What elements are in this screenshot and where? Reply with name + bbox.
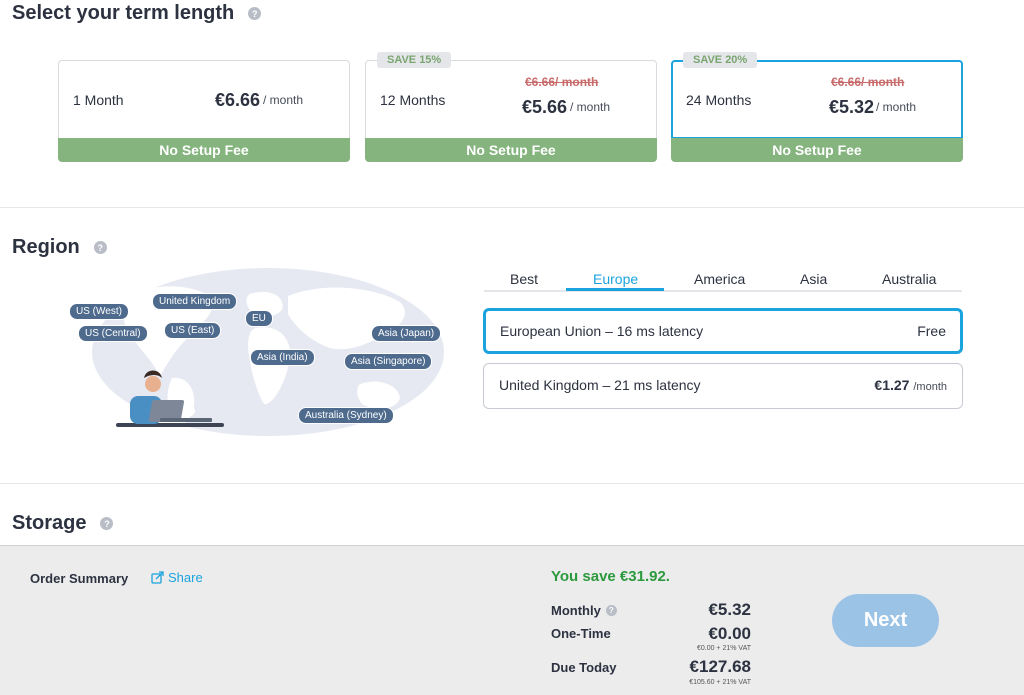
tab-asia[interactable]: Asia <box>800 271 827 287</box>
map-label-asia-singapore: Asia (Singapore) <box>344 353 433 370</box>
term-box[interactable]: 1 Month €6.66 / month <box>58 60 350 140</box>
help-icon[interactable]: ? <box>93 241 107 254</box>
term-option-24-months[interactable]: 24 Months €6.66/ month €5.32 / month SAV… <box>671 52 963 162</box>
share-link[interactable]: Share <box>151 570 203 585</box>
term-price: €5.32 <box>828 97 874 117</box>
next-button[interactable]: Next <box>832 594 939 647</box>
help-icon[interactable]: ? <box>605 605 617 616</box>
due-today-vat-note: €105.60 + 21% VAT <box>689 679 751 686</box>
tab-america[interactable]: America <box>694 271 745 287</box>
help-icon[interactable]: ? <box>248 7 262 20</box>
onetime-value: €0.00 <box>708 624 751 643</box>
term-option-1-month[interactable]: 1 Month €6.66 / month No Setup Fee <box>58 60 350 162</box>
region-option-price: Free <box>917 323 946 339</box>
region-price-value: Free <box>917 323 946 339</box>
tab-europe[interactable]: Europe <box>593 271 638 287</box>
term-box[interactable]: 24 Months €6.66/ month €5.32 / month <box>671 60 963 140</box>
term-name: 24 Months <box>686 92 752 108</box>
monthly-label-text: Monthly <box>551 603 601 618</box>
region-option-european-union[interactable]: European Union – 16 ms latency Free <box>483 308 963 354</box>
term-old-price: €6.66/ month <box>831 75 905 89</box>
help-icon[interactable]: ? <box>100 517 114 530</box>
savings-text: You save €31.92. <box>551 568 670 585</box>
save-badge: SAVE 15% <box>377 52 452 68</box>
region-option-name: United Kingdom – 21 ms latency <box>499 377 701 393</box>
onetime-vat-note: €0.00 + 21% VAT <box>696 645 751 652</box>
setup-fee-banner: No Setup Fee <box>365 138 657 162</box>
term-name: 1 Month <box>73 92 124 108</box>
map-label-us-central: US (Central) <box>78 325 148 342</box>
map-label-eu: EU <box>245 310 273 327</box>
region-option-price: €1.27 /month <box>874 377 947 393</box>
section-divider <box>0 207 1024 208</box>
monthly-value: €5.32 <box>708 600 751 619</box>
term-price: €5.66 <box>521 97 567 117</box>
order-summary-title: Order Summary <box>30 571 129 586</box>
term-title-text: Select your term length <box>12 2 235 24</box>
term-unit: / month <box>570 100 611 114</box>
world-map: US (West) United Kingdom US (Central) US… <box>60 266 450 438</box>
setup-fee-banner: No Setup Fee <box>671 138 963 162</box>
map-label-united-kingdom: United Kingdom <box>152 293 238 310</box>
term-unit: / month <box>876 100 917 114</box>
term-unit: / month <box>263 93 304 107</box>
active-tab-indicator <box>566 288 664 291</box>
region-option-name: European Union – 16 ms latency <box>500 323 704 339</box>
share-icon <box>151 571 164 584</box>
storage-section-title: Storage ? <box>12 512 114 535</box>
map-label-australia-sydney: Australia (Sydney) <box>298 407 394 424</box>
share-label: Share <box>168 570 203 585</box>
region-section-title: Region ? <box>12 236 107 259</box>
setup-fee-banner: No Setup Fee <box>58 138 350 162</box>
region-price-unit: /month <box>913 381 947 393</box>
section-divider <box>0 483 1024 484</box>
map-label-us-east: US (East) <box>164 322 222 339</box>
storage-title-text: Storage <box>12 512 87 534</box>
onetime-label: One-Time <box>551 626 611 641</box>
region-option-united-kingdom[interactable]: United Kingdom – 21 ms latency €1.27 /mo… <box>483 363 963 409</box>
tab-best[interactable]: Best <box>510 271 538 287</box>
save-badge: SAVE 20% <box>683 52 758 68</box>
map-label-asia-india: Asia (India) <box>250 349 315 366</box>
term-old-price: €6.66/ month <box>525 75 599 89</box>
monthly-label: Monthly ? <box>551 603 617 618</box>
term-section-title: Select your term length ? <box>12 2 262 25</box>
region-price-value: €1.27 <box>874 377 910 393</box>
region-tabs: Best Europe America Asia Australia <box>484 266 962 292</box>
map-label-asia-japan: Asia (Japan) <box>371 325 442 342</box>
map-label-us-west: US (West) <box>69 303 129 320</box>
region-title-text: Region <box>12 236 80 258</box>
term-box[interactable]: 12 Months €6.66/ month €5.66 / month <box>365 60 657 140</box>
term-name: 12 Months <box>380 92 446 108</box>
order-summary-bar: Order Summary Share You save €31.92. Mon… <box>0 545 1024 695</box>
due-today-label: Due Today <box>551 660 617 675</box>
term-option-12-months[interactable]: 12 Months €6.66/ month €5.66 / month SAV… <box>365 52 657 162</box>
term-price: €6.66 <box>214 90 260 110</box>
tab-australia[interactable]: Australia <box>882 271 936 287</box>
due-today-value: €127.68 <box>689 657 751 676</box>
